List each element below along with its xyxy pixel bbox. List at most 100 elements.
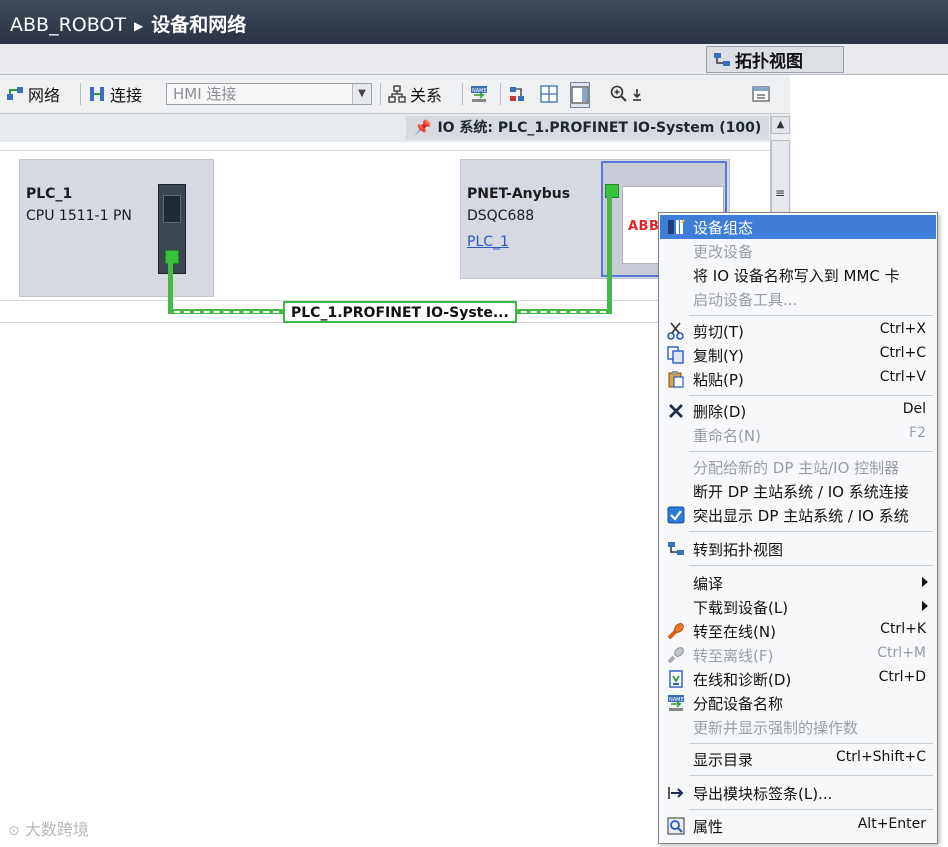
grid-icon xyxy=(540,85,558,103)
menu-item-shortcut: Ctrl+X xyxy=(879,321,926,337)
relation-button[interactable]: 关系 xyxy=(388,82,442,106)
menu-item-label: 重命名(N) xyxy=(693,427,761,445)
overview-button[interactable] xyxy=(508,82,526,106)
checkbox-checked-icon[interactable] xyxy=(667,506,685,524)
toolbar-divider xyxy=(462,83,463,105)
menu-item-show-catalog[interactable]: 显示目录 Ctrl+Shift+C xyxy=(660,747,936,771)
network-icon xyxy=(7,87,23,100)
paste-icon xyxy=(668,371,684,388)
network-view-button[interactable]: 网络 xyxy=(6,82,60,106)
toolbar-divider xyxy=(380,83,381,105)
table-view-button[interactable] xyxy=(570,82,590,108)
menu-item-label: 分配给新的 DP 主站/IO 控制器 xyxy=(693,459,900,477)
menu-item-go-online[interactable]: 转至在线(N) Ctrl+K xyxy=(660,619,936,643)
scroll-up-button[interactable]: ▲ xyxy=(771,116,790,134)
profinet-line[interactable] xyxy=(607,196,612,314)
breadcrumb-page: 设备和网络 xyxy=(151,14,247,36)
menu-item-label: 更改设备 xyxy=(693,243,754,261)
menu-item-rename[interactable]: 重命名(N) F2 xyxy=(660,423,936,447)
menu-item-write-name-mmc[interactable]: 将 IO 设备名称写入到 MMC 卡 xyxy=(660,263,936,287)
scissors-icon xyxy=(667,322,684,340)
device-name: PNET-Anybus xyxy=(467,186,571,202)
io-system-text: IO 系统: PLC_1.PROFINET IO-System (100) xyxy=(437,120,762,136)
svg-text:NAME: NAME xyxy=(472,88,487,94)
chevron-down-icon[interactable]: ▼ xyxy=(352,84,371,104)
menu-item-highlight-io-system[interactable]: 突出显示 DP 主站系统 / IO 系统 xyxy=(660,503,936,527)
menu-item-label: 显示目录 xyxy=(693,751,754,769)
breadcrumb: ABB_ROBOT ▶ 设备和网络 xyxy=(10,10,246,37)
menu-item-label: 在线和诊断(D) xyxy=(693,671,792,689)
copy-icon xyxy=(667,346,684,364)
zoom-dropdown-icon xyxy=(633,89,641,101)
tab-topology-view[interactable]: 拓扑视图 xyxy=(706,46,844,73)
profinet-network-label[interactable]: PLC_1.PROFINET IO-Syste... xyxy=(283,301,517,323)
submenu-arrow-icon xyxy=(922,601,928,611)
properties-icon xyxy=(667,817,685,835)
menu-item-label: 剪切(T) xyxy=(693,323,744,341)
device-name: PLC_1 xyxy=(26,186,73,202)
menu-item-label: 转到拓扑视图 xyxy=(693,541,784,559)
toolbar-divider xyxy=(500,83,501,105)
menu-item-label: 删除(D) xyxy=(693,403,747,421)
menu-item-disconnect-io-system[interactable]: 断开 DP 主站系统 / IO 系统连接 xyxy=(660,479,936,503)
zoom-button[interactable] xyxy=(610,82,642,106)
menu-item-assign-master[interactable]: 分配给新的 DP 主站/IO 控制器 xyxy=(660,455,936,479)
network-view-label: 网络 xyxy=(28,86,61,105)
connect-button[interactable]: 连接 xyxy=(88,82,142,106)
breadcrumb-separator-icon: ▶ xyxy=(134,18,144,33)
watermark-logo-icon: ⊙ xyxy=(8,823,20,839)
menu-item-label: 断开 DP 主站系统 / IO 系统连接 xyxy=(693,483,909,501)
connection-type-value: HMI 连接 xyxy=(173,85,237,103)
go-offline-icon xyxy=(667,647,684,664)
menu-item-label: 转至离线(F) xyxy=(693,647,774,665)
menu-item-device-configuration[interactable]: 设备组态 xyxy=(660,215,936,239)
menu-item-label: 编译 xyxy=(693,575,724,593)
menu-item-export-labels[interactable]: 导出模块标签条(L)... xyxy=(660,781,936,805)
device-model: CPU 1511-1 PN xyxy=(26,208,132,224)
menu-item-go-offline[interactable]: 转至离线(F) Ctrl+M xyxy=(660,643,936,667)
menu-item-copy[interactable]: 复制(Y) Ctrl+C xyxy=(660,343,936,367)
menu-item-label: 复制(Y) xyxy=(693,347,744,365)
menu-item-go-topology[interactable]: 转到拓扑视图 xyxy=(660,537,936,561)
menu-separator xyxy=(689,451,933,452)
menu-item-shortcut: Del xyxy=(902,401,926,417)
menu-item-change-device[interactable]: 更改设备 xyxy=(660,239,936,263)
menu-item-label: 导出模块标签条(L)... xyxy=(693,785,833,803)
menu-separator xyxy=(689,395,933,396)
grid-view-button[interactable] xyxy=(540,82,558,106)
menu-item-start-device-tool[interactable]: 启动设备工具... xyxy=(660,287,936,311)
menu-item-shortcut: F2 xyxy=(909,425,926,441)
menu-item-update-forced-operands[interactable]: 更新并显示强制的操作数 xyxy=(660,715,936,739)
delete-x-icon xyxy=(669,404,683,418)
menu-item-label: 分配设备名称 xyxy=(693,695,784,713)
breadcrumb-project[interactable]: ABB_ROBOT xyxy=(10,14,126,36)
abb-logo: ABB xyxy=(628,219,660,234)
menu-item-download[interactable]: 下载到设备(L) xyxy=(660,595,936,619)
menu-item-label: 属性 xyxy=(693,818,724,836)
scroll-grip-icon: ≡ xyxy=(775,186,786,200)
profinet-line[interactable] xyxy=(168,262,173,314)
menu-item-online-diagnostics[interactable]: 在线和诊断(D) Ctrl+D xyxy=(660,667,936,691)
menu-item-label: 将 IO 设备名称写入到 MMC 卡 xyxy=(693,267,900,285)
menu-item-shortcut: Ctrl+M xyxy=(877,645,926,661)
device-model: DSQC688 xyxy=(467,208,535,224)
context-menu: 设备组态 更改设备 将 IO 设备名称写入到 MMC 卡 启动设备工具... 剪… xyxy=(658,212,938,844)
toolbar: 网络 连接 关系 NAME xyxy=(0,75,790,114)
menu-item-assign-device-name[interactable]: NAME 分配设备名称 xyxy=(660,691,936,715)
assign-name-button[interactable]: NAME xyxy=(470,82,488,106)
menu-item-delete[interactable]: 删除(D) Del xyxy=(660,399,936,423)
menu-item-label: 下载到设备(L) xyxy=(693,599,789,617)
menu-item-cut[interactable]: 剪切(T) Ctrl+X xyxy=(660,319,936,343)
menu-item-compile[interactable]: 编译 xyxy=(660,571,936,595)
export-arrow-icon xyxy=(668,787,684,799)
connection-type-select[interactable]: HMI 连接 ▼ xyxy=(166,83,372,105)
menu-item-properties[interactable]: 属性 Alt+Enter xyxy=(660,814,936,838)
menu-item-paste[interactable]: 粘贴(P) Ctrl+V xyxy=(660,367,936,391)
diagnostics-icon xyxy=(669,670,683,688)
panel-toggle-button[interactable] xyxy=(752,82,770,106)
pin-icon[interactable]: 📌 xyxy=(414,120,431,136)
device-controller-link[interactable]: PLC_1 xyxy=(467,234,509,250)
tab-topology-view-label: 拓扑视图 xyxy=(735,52,803,72)
watermark-text: 大数跨境 xyxy=(24,820,89,839)
menu-separator xyxy=(689,315,933,316)
